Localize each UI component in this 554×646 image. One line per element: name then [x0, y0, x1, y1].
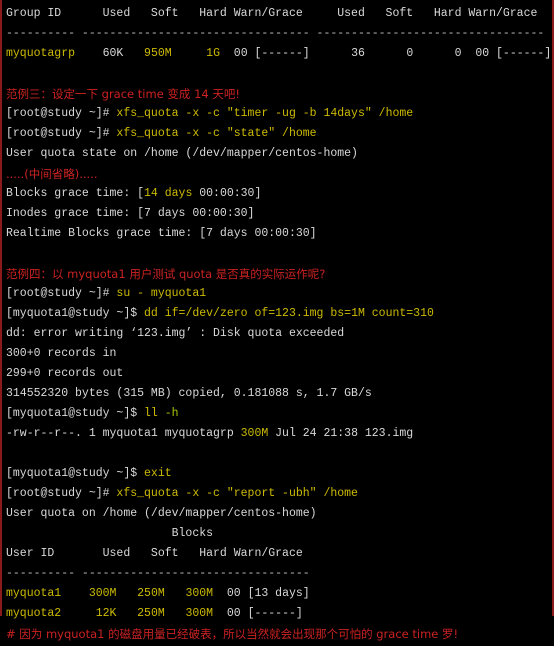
- text-segment: ---------- -----------------------------…: [6, 27, 545, 40]
- terminal-line-grp-row-myquotagrp: myquotagrp 60K 950M 1G 00 [------] 36 0 …: [6, 44, 552, 64]
- text-segment: 300M: [88, 587, 138, 600]
- terminal-line-blank-3: [6, 444, 552, 464]
- terminal-line-out-dd-error: dd: error writing ‘123.img’ : Disk quota…: [6, 324, 552, 344]
- text-segment: .....(中间省略).....: [6, 167, 98, 181]
- text-segment: ll: [144, 407, 165, 420]
- text-segment: 1G: [206, 47, 220, 60]
- terminal-line-example3-title: 范例三：设定一下 grace time 变成 14 天吧!: [6, 84, 552, 104]
- terminal-line-cmd-exit: [myquota1@study ~]$ exit: [6, 464, 552, 484]
- text-segment: 250M: [137, 607, 186, 620]
- terminal-line-cmd-state: [root@study ~]# xfs_quota -x -c "state" …: [6, 124, 552, 144]
- text-segment: Blocks grace time: [: [6, 187, 145, 200]
- terminal-line-out-bytes-copied: 314552320 bytes (315 MB) copied, 0.18108…: [6, 384, 552, 404]
- text-segment: dd if=/dev/zero of=123.img bs=1M count=3…: [144, 307, 434, 320]
- text-segment: Jul 24 21:38 123.img: [268, 427, 414, 440]
- terminal-line-user-header: User ID Used Soft Hard Warn/Grace: [6, 544, 552, 564]
- text-segment: Blocks: [6, 527, 214, 540]
- terminal-line-out-ll-listing: -rw-r--r--. 1 myquota1 myquotagrp 300M J…: [6, 424, 552, 444]
- text-segment: # 因为 myquota1 的磁盘用量已经破表，所以当然就会出现那个可怕的 gr…: [6, 627, 459, 641]
- text-segment: dd: error writing ‘123.img’ : Disk quota…: [6, 327, 345, 340]
- text-segment: xfs_quota -x -c "state" /home: [116, 127, 317, 140]
- text-segment: 60K: [102, 47, 145, 60]
- text-segment: 300M: [240, 427, 269, 440]
- terminal-line-footer-comment: # 因为 myquota1 的磁盘用量已经破表，所以当然就会出现那个可怕的 gr…: [6, 624, 552, 644]
- terminal-line-out-records-in: 300+0 records in: [6, 344, 552, 364]
- text-segment: [root@study ~]#: [6, 127, 117, 140]
- text-segment: 范例四：以 myquota1 用户测试 quota 是否真的实际运作呢?: [6, 267, 326, 281]
- text-segment: xfs_quota -x -c "report -ubh" /home: [116, 487, 358, 500]
- terminal-line-out-realtime-grace: Realtime Blocks grace time: [7 days 00:0…: [6, 224, 552, 244]
- terminal-line-cmd-su: [root@study ~]# su - myquota1: [6, 284, 552, 304]
- text-segment: [root@study ~]#: [6, 487, 117, 500]
- terminal-line-user-row-myquota2: myquota2 12K 250M 300M 00 [------]: [6, 604, 552, 624]
- text-segment: [6, 247, 13, 260]
- terminal-line-out-user-quota-state: User quota state on /home (/dev/mapper/c…: [6, 144, 552, 164]
- text-segment: 250M: [137, 587, 186, 600]
- text-segment: -rw-r--r--. 1 myquota1 myquotagrp: [6, 427, 241, 440]
- text-segment: 00 [------] 36 0 0 00 [------]: [219, 47, 552, 60]
- terminal-line-user-row-myquota1: myquota1 300M 250M 300M 00 [13 days]: [6, 584, 552, 604]
- text-segment: myquotagrp: [6, 47, 103, 60]
- text-segment: 314552320 bytes (315 MB) copied, 0.18108…: [6, 387, 372, 400]
- terminal-line-blank-2: [6, 244, 552, 264]
- terminal-line-out-blocks-grace: Blocks grace time: [14 days 00:00:30]: [6, 184, 552, 204]
- text-segment: [myquota1@study ~]$: [6, 307, 145, 320]
- text-segment: [myquota1@study ~]$: [6, 407, 145, 420]
- text-segment: 300M: [185, 587, 214, 600]
- text-segment: -h: [164, 407, 179, 420]
- text-segment: 00 [13 days]: [213, 587, 310, 600]
- terminal-line-blank-1: [6, 64, 552, 84]
- text-segment: 14 days: [144, 187, 193, 200]
- terminal-line-example4-title: 范例四：以 myquota1 用户测试 quota 是否真的实际运作呢?: [6, 264, 552, 284]
- text-segment: 范例三：设定一下 grace time 变成 14 天吧!: [6, 87, 240, 101]
- text-segment: 300M: [185, 607, 214, 620]
- terminal-window[interactable]: Group ID Used Soft Hard Warn/Grace Used …: [0, 0, 554, 641]
- text-segment: [root@study ~]#: [6, 287, 117, 300]
- terminal-line-cmd-ll: [myquota1@study ~]$ ll -h: [6, 404, 552, 424]
- text-segment: exit: [144, 467, 172, 480]
- terminal-line-cmd-dd: [myquota1@study ~]$ dd if=/dev/zero of=1…: [6, 304, 552, 324]
- terminal-line-out-records-out: 299+0 records out: [6, 364, 552, 384]
- text-segment: Inodes grace time: [7 days 00:00:30]: [6, 207, 255, 220]
- terminal-line-out-blocks-label: Blocks: [6, 524, 552, 544]
- text-segment: User ID Used Soft Hard Warn/Grace: [6, 547, 303, 560]
- text-segment: xfs_quota -x -c "timer -ug -b 14days" /h…: [116, 107, 414, 120]
- text-segment: myquota2: [6, 607, 96, 620]
- text-segment: myquota1: [6, 587, 89, 600]
- terminal-line-user-divider: ---------- -----------------------------…: [6, 564, 552, 584]
- terminal-line-grp-divider: ---------- -----------------------------…: [6, 24, 552, 44]
- text-segment: 12K: [95, 607, 138, 620]
- text-segment: 300+0 records in: [6, 347, 117, 360]
- text-segment: 950M: [144, 47, 207, 60]
- terminal-line-cmd-report: [root@study ~]# xfs_quota -x -c "report …: [6, 484, 552, 504]
- text-segment: [6, 67, 13, 80]
- text-segment: [6, 447, 13, 460]
- text-segment: [root@study ~]#: [6, 107, 117, 120]
- text-segment: Group ID Used Soft Hard Warn/Grace Used …: [6, 7, 538, 20]
- text-segment: 299+0 records out: [6, 367, 124, 380]
- terminal-line-cmd-timer: [root@study ~]# xfs_quota -x -c "timer -…: [6, 104, 552, 124]
- text-segment: 00:00:30]: [192, 187, 262, 200]
- terminal-line-out-omitted: .....(中间省略).....: [6, 164, 552, 184]
- terminal-line-grp-header: Group ID Used Soft Hard Warn/Grace Used …: [6, 4, 552, 24]
- text-segment: 00 [------]: [213, 607, 303, 620]
- text-segment: Realtime Blocks grace time: [7 days 00:0…: [6, 227, 317, 240]
- terminal-output: Group ID Used Soft Hard Warn/Grace Used …: [6, 4, 552, 644]
- terminal-line-out-inodes-grace: Inodes grace time: [7 days 00:00:30]: [6, 204, 552, 224]
- terminal-line-out-user-quota-on: User quota on /home (/dev/mapper/centos-…: [6, 504, 552, 524]
- text-segment: ---------- -----------------------------…: [6, 567, 310, 580]
- text-segment: [myquota1@study ~]$: [6, 467, 145, 480]
- text-segment: User quota on /home (/dev/mapper/centos-…: [6, 507, 317, 520]
- text-segment: User quota state on /home (/dev/mapper/c…: [6, 147, 358, 160]
- text-segment: su - myquota1: [116, 287, 207, 300]
